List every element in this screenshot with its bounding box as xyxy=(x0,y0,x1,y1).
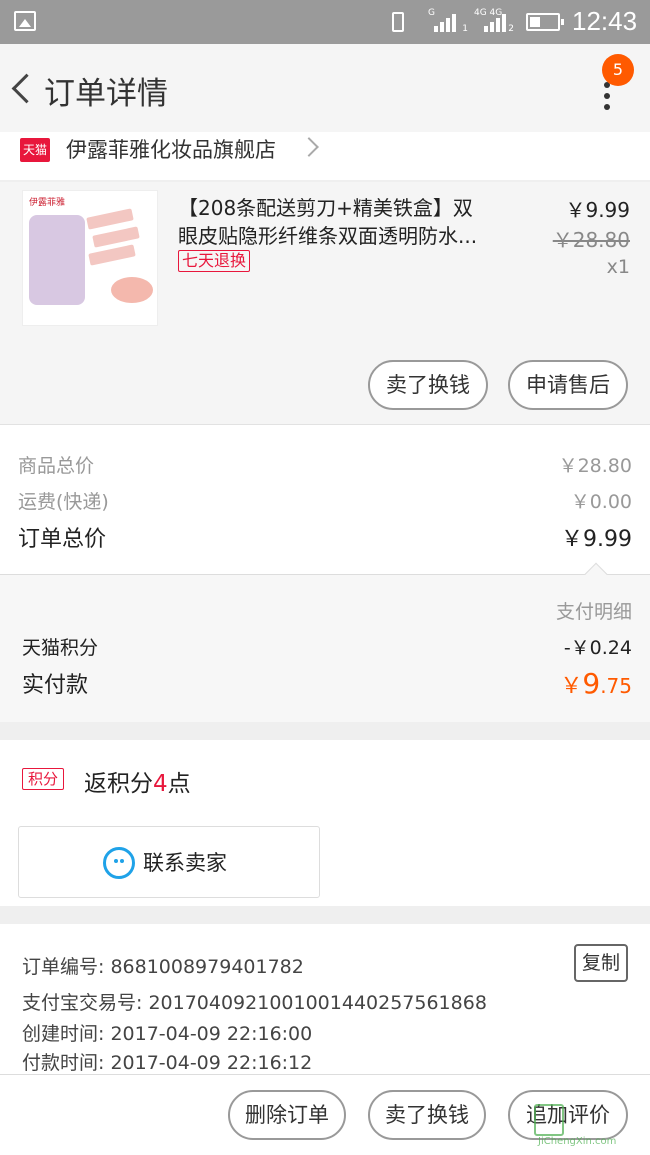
watermark-logo-icon xyxy=(534,1104,564,1136)
vibrate-icon xyxy=(392,12,404,32)
points-section: 积分 返积分4点 联系卖家 xyxy=(0,740,650,906)
battery-icon xyxy=(526,13,564,31)
points-reward-text: 返积分4点 xyxy=(84,771,191,797)
product-quantity: x1 xyxy=(606,256,630,278)
flower-decoration xyxy=(111,277,153,303)
store-name: 伊露菲雅化妆品旗舰店 xyxy=(66,138,276,162)
store-row[interactable]: 天猫 伊露菲雅化妆品旗舰店 xyxy=(0,132,650,180)
brand-logo: 伊露菲雅 xyxy=(29,198,66,208)
signal-icon: 4G 4G 2 xyxy=(474,8,514,34)
delete-order-button[interactable]: 删除订单 xyxy=(228,1090,346,1140)
payment-detail-title: 支付明细 xyxy=(555,601,632,623)
payment-time: 付款时间: 2017-04-09 22:16:12 xyxy=(22,1052,313,1074)
status-bar: G 1 4G 4G 2 12:43 xyxy=(0,0,650,44)
points-tag: 积分 xyxy=(22,768,64,790)
product-item: 伊露菲雅 【208条配送剪刀+精美铁盒】双 眼皮贴隐形纤维条双面透明防水... … xyxy=(0,182,650,424)
contact-seller-button[interactable]: 联系卖家 xyxy=(18,826,320,898)
clock: 12:43 xyxy=(572,6,638,36)
page-title: 订单详情 xyxy=(44,76,168,112)
alipay-transaction-number: 支付宝交易号: 2017040921001001440257561868 xyxy=(22,992,487,1014)
order-number: 订单编号: 8681008979401782 xyxy=(22,956,304,978)
return-policy-tag: 七天退换 xyxy=(178,250,251,272)
image-notification-icon xyxy=(14,11,36,31)
copy-button[interactable]: 复制 xyxy=(574,944,628,982)
product-tin-image xyxy=(29,215,85,305)
signal-icon: G 1 xyxy=(428,8,468,34)
navigation-header: 订单详情 5 xyxy=(0,44,650,132)
notification-badge: 5 xyxy=(602,54,634,86)
paid-amount: ￥9.75 xyxy=(560,667,632,700)
chevron-right-icon xyxy=(299,137,319,157)
payment-detail: 支付明细 天猫积分 -￥0.24 实付款 ￥9.75 xyxy=(0,562,650,722)
back-arrow-icon[interactable] xyxy=(10,72,36,106)
product-price: ￥9.99 xyxy=(565,198,630,222)
product-thumbnail[interactable]: 伊露菲雅 xyxy=(22,190,158,326)
chat-bubble-icon xyxy=(103,847,135,879)
price-summary: 商品总价 ￥28.80 运费(快递) ￥0.00 订单总价 ￥9.99 xyxy=(0,424,650,574)
after-sale-button[interactable]: 申请售后 xyxy=(508,360,628,410)
sell-for-cash-button[interactable]: 卖了换钱 xyxy=(368,360,488,410)
created-time: 创建时间: 2017-04-09 22:16:00 xyxy=(22,1023,313,1045)
site-watermark: JiChengXin.com xyxy=(534,1104,650,1152)
sell-for-cash-button[interactable]: 卖了换钱 xyxy=(368,1090,486,1140)
product-title[interactable]: 【208条配送剪刀+精美铁盒】双 眼皮贴隐形纤维条双面透明防水... xyxy=(178,194,503,250)
order-info: 订单编号: 8681008979401782 复制 支付宝交易号: 201704… xyxy=(0,924,650,1074)
original-price: ￥28.80 xyxy=(552,228,630,252)
tmall-logo-icon: 天猫 xyxy=(20,138,50,162)
more-menu-icon[interactable] xyxy=(598,82,616,114)
